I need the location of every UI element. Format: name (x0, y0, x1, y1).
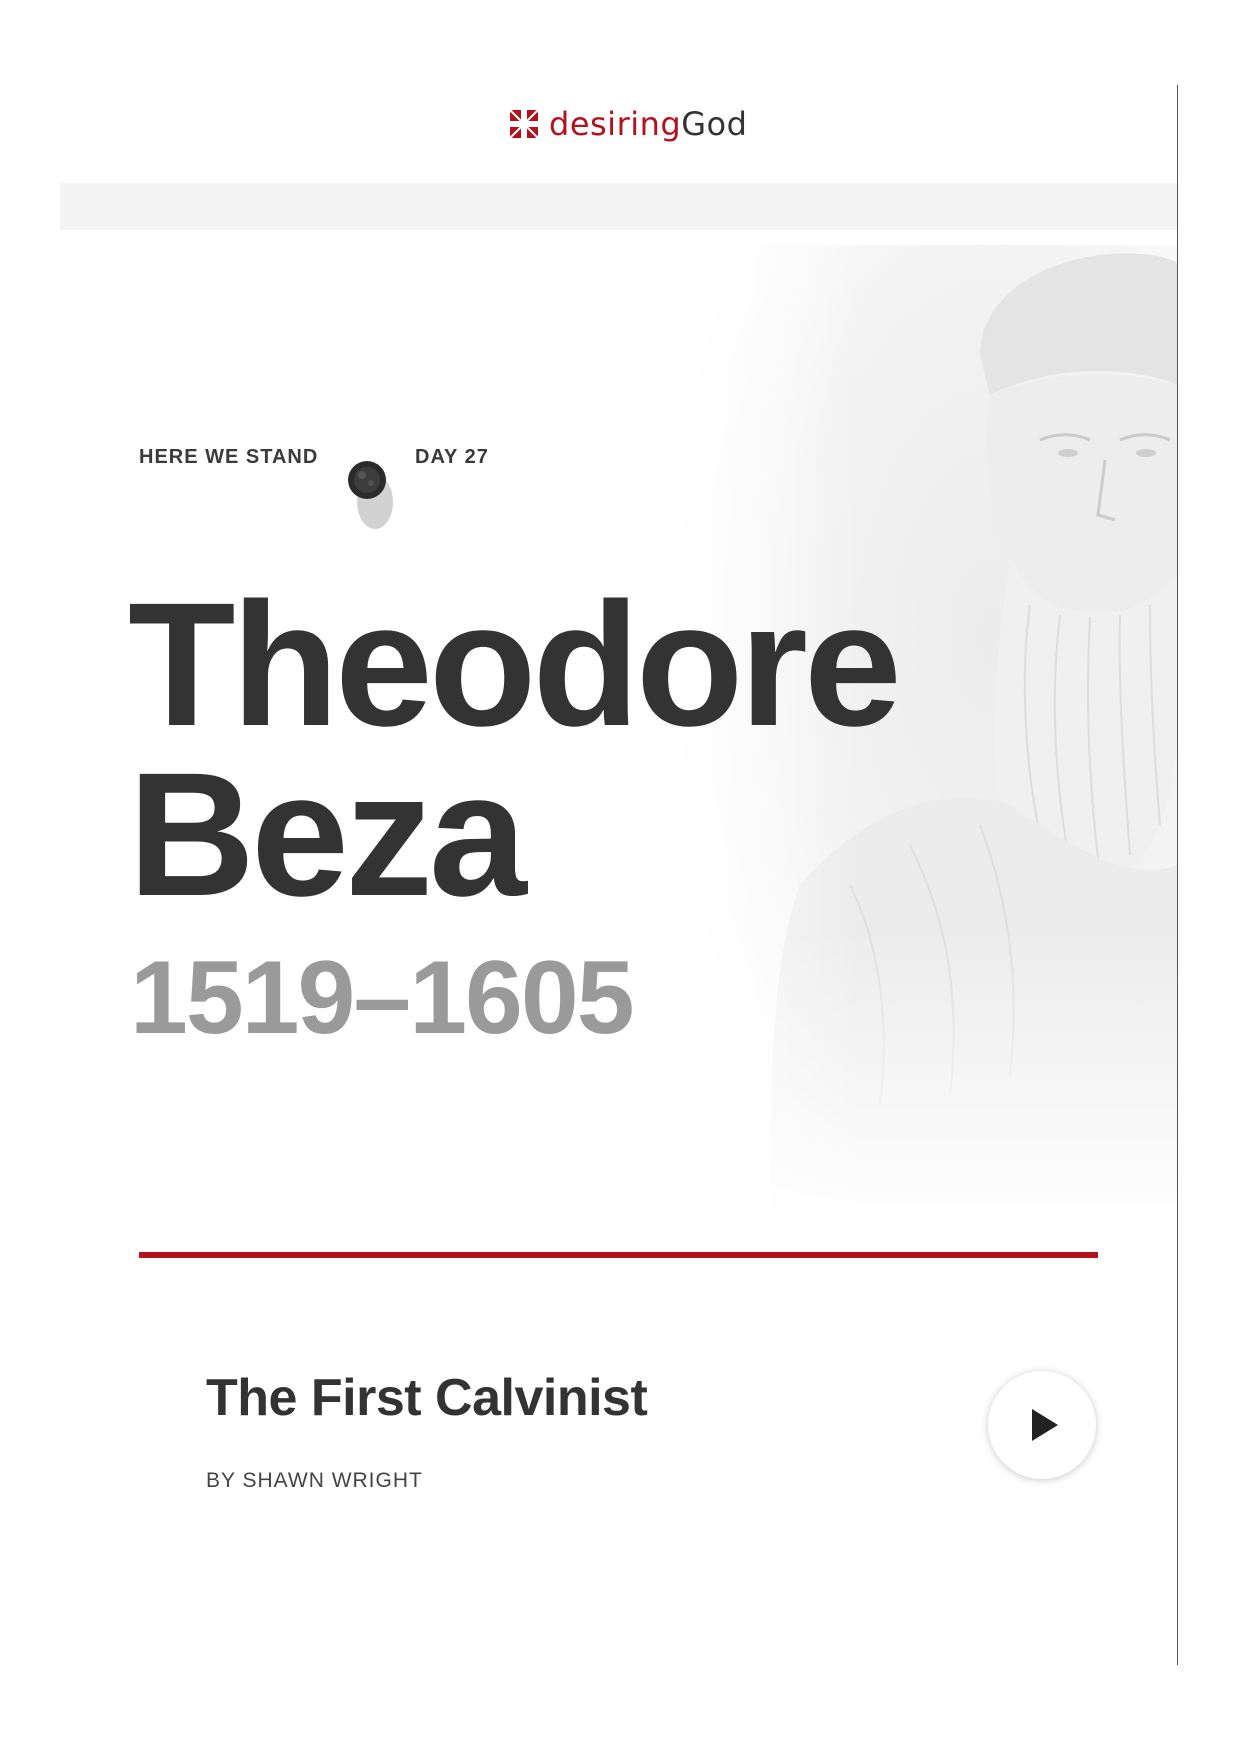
series-day: DAY 27 (415, 446, 489, 468)
wax-seal-icon (348, 461, 393, 529)
page-title: Theodore Beza (128, 567, 902, 933)
series-label-row: HERE WE STAND DAY 27 (139, 446, 539, 538)
article-byline: BY SHAWN WRIGHT (206, 1469, 423, 1492)
logo-wordmark-god: God (681, 105, 748, 143)
series-name: HERE WE STAND (139, 446, 319, 468)
page-edge-rule (1177, 85, 1178, 1665)
page-title-line-2: Beza (128, 737, 527, 933)
section-divider (139, 1252, 1098, 1258)
cross-grid-icon (509, 109, 539, 139)
play-audio-button[interactable] (988, 1371, 1096, 1479)
lifespan-years: 1519–1605 (130, 940, 635, 1056)
article-title[interactable]: The First Calvinist (206, 1369, 648, 1427)
play-icon (1032, 1409, 1058, 1441)
logo-wordmark-desiring: desiring (549, 105, 682, 143)
logo-wordmark: desiringGod (549, 108, 747, 140)
site-logo[interactable]: desiringGod (509, 104, 747, 144)
page-title-line-1: Theodore (128, 567, 902, 763)
navigation-band (60, 183, 1177, 230)
